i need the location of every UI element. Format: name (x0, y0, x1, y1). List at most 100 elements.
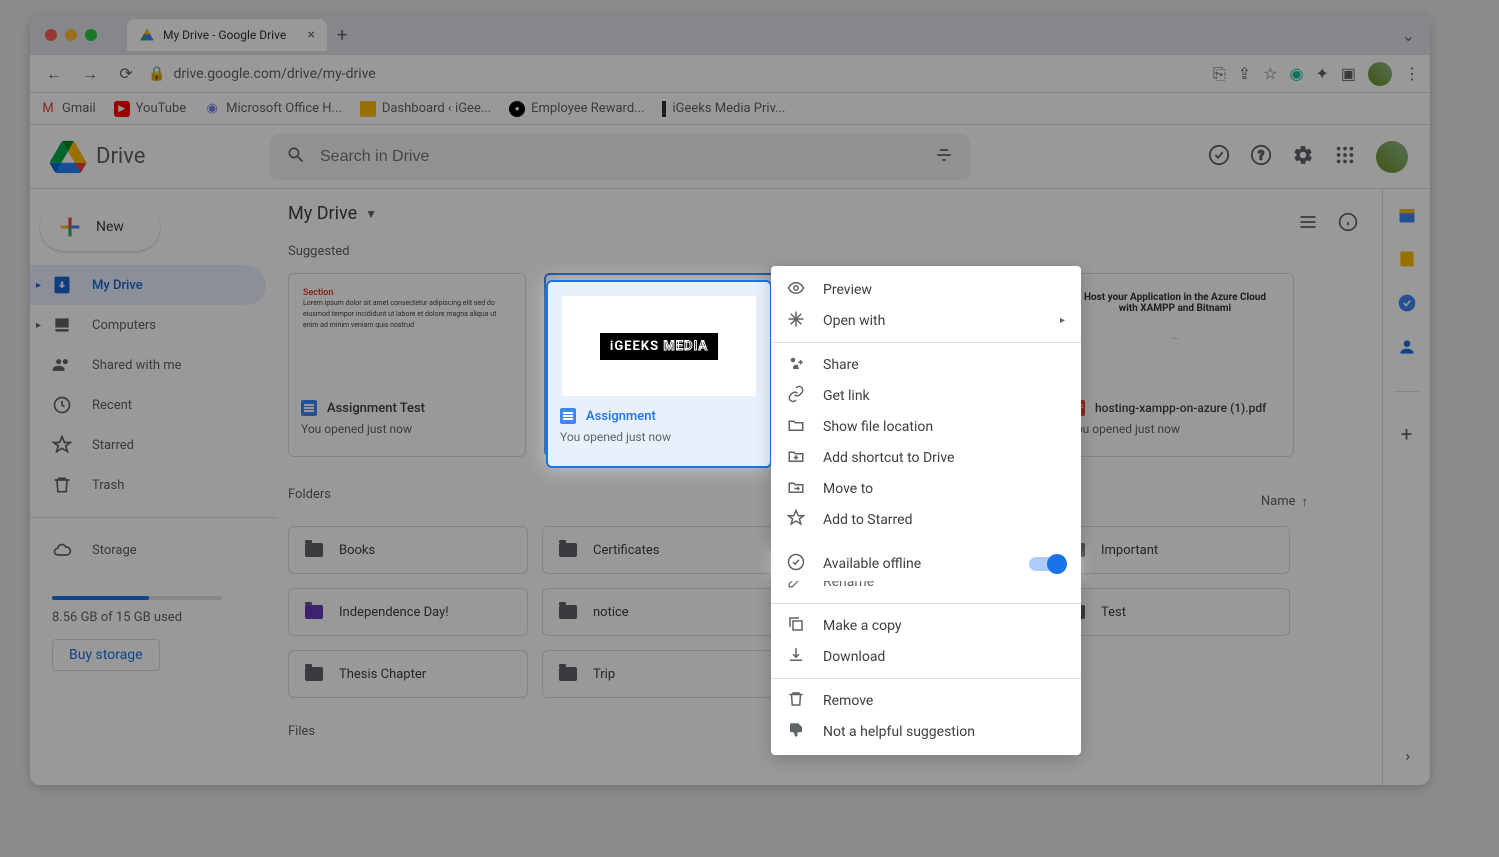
kebab-menu-icon[interactable]: ⋮ (1404, 64, 1420, 83)
sidebar-item-shared[interactable]: Shared with me (30, 345, 266, 385)
account-avatar[interactable] (1376, 141, 1408, 173)
ctx-moveto[interactable]: Move to (771, 473, 1081, 504)
chevron-right-icon: ▸ (1060, 315, 1065, 326)
ctx-getlink[interactable]: Get link (771, 380, 1081, 411)
search-input[interactable] (320, 148, 920, 166)
drive-favicon-icon (139, 27, 155, 43)
settings-icon[interactable] (1292, 144, 1314, 170)
url-field[interactable]: 🔒 drive.google.com/drive/my-drive (148, 66, 1205, 82)
ctx-preview[interactable]: Preview (771, 274, 1081, 305)
side-panel-collapse-icon[interactable]: › (1405, 746, 1410, 765)
ctx-copy[interactable]: Make a copy (771, 610, 1081, 641)
reload-button[interactable]: ⟳ (112, 60, 140, 88)
apps-grid-icon[interactable] (1334, 144, 1356, 170)
contacts-icon[interactable] (1397, 337, 1417, 361)
share-icon (787, 354, 807, 376)
bookmark-gmail[interactable]: MGmail (40, 101, 96, 117)
keep-icon[interactable] (1397, 249, 1417, 273)
ctx-download[interactable]: Download (771, 641, 1081, 672)
breadcrumb[interactable]: My Drive ▼ (288, 203, 377, 224)
grammarly-icon[interactable]: ◉ (1290, 64, 1304, 83)
sidebar: New ▸ My Drive ▸ Computers Shared with m… (30, 189, 278, 785)
highlighted-card[interactable]: iGEEKS MEDIA Assignment You opened just … (546, 280, 772, 468)
sidebar-item-recent[interactable]: Recent (30, 385, 266, 425)
ctx-remove[interactable]: Remove (771, 685, 1081, 716)
bookmark-igeeks[interactable]: iGeeks Media Priv... (662, 101, 785, 117)
sidebar-icon[interactable]: ▣ (1341, 64, 1356, 83)
search-box[interactable] (270, 134, 970, 180)
ctx-nothelpful[interactable]: Not a helpful suggestion (771, 716, 1081, 747)
tabs-expand-icon[interactable]: ⌄ (1402, 26, 1415, 45)
folder-icon (559, 605, 577, 619)
url-actions: ⎘ ⇪ ☆ ◉ ✦ ▣ ⋮ (1213, 62, 1420, 86)
close-icon[interactable] (45, 29, 57, 41)
folder-item[interactable]: Certificates (542, 526, 782, 574)
suggested-card[interactable]: Section Lorem ipsum dolor sit amet conse… (288, 273, 526, 457)
suggested-card[interactable]: Host your Application in the Azure Cloud… (1056, 273, 1294, 457)
ctx-shortcut[interactable]: Add shortcut to Drive (771, 442, 1081, 473)
close-tab-icon[interactable]: × (308, 27, 315, 43)
folder-icon (305, 605, 323, 619)
install-icon[interactable]: ⎘ (1213, 64, 1226, 84)
ctx-share[interactable]: Share (771, 349, 1081, 380)
add-app-icon[interactable]: + (1401, 422, 1412, 446)
folder-item[interactable]: Independence Day! (288, 588, 528, 636)
folder-icon (787, 416, 807, 438)
folder-item[interactable]: Trip (542, 650, 782, 698)
bookmark-msoffice[interactable]: ◉Microsoft Office H... (204, 101, 342, 117)
chevron-down-icon: ▼ (365, 207, 377, 221)
minimize-icon[interactable] (65, 29, 77, 41)
tasks-icon[interactable] (1397, 293, 1417, 317)
help-icon[interactable]: ? (1250, 144, 1272, 170)
folder-item[interactable]: Important (1050, 526, 1290, 574)
sidebar-item-trash[interactable]: Trash (30, 465, 266, 505)
sidebar-item-starred[interactable]: Starred (30, 425, 266, 465)
folder-item[interactable]: Test (1050, 588, 1290, 636)
chevron-right-icon[interactable]: ▸ (36, 320, 41, 331)
profile-avatar-icon[interactable] (1368, 62, 1392, 86)
offline-toggle[interactable] (1029, 557, 1065, 571)
tab-title: My Drive - Google Drive (163, 28, 286, 42)
search-filter-icon[interactable] (934, 145, 954, 169)
folder-item[interactable]: Thesis Chapter (288, 650, 528, 698)
folder-item[interactable]: notice (542, 588, 782, 636)
bookmark-icon[interactable]: ☆ (1263, 64, 1277, 83)
forward-button[interactable]: → (76, 60, 104, 88)
folder-item[interactable]: Books (288, 526, 528, 574)
drive-logo[interactable]: Drive (40, 139, 270, 175)
sort-header[interactable]: Name ↑ (1261, 494, 1308, 510)
drive-nav-icon (52, 275, 72, 295)
calendar-icon[interactable] (1397, 205, 1417, 229)
sidebar-item-mydrive[interactable]: ▸ My Drive (30, 265, 266, 305)
info-icon[interactable] (1338, 212, 1358, 236)
browser-titlebar: My Drive - Google Drive × + ⌄ (30, 15, 1430, 55)
download-icon (787, 646, 807, 668)
new-tab-button[interactable]: + (337, 25, 347, 46)
browser-tab[interactable]: My Drive - Google Drive × (127, 19, 327, 51)
url-text: drive.google.com/drive/my-drive (173, 66, 375, 82)
share-url-icon[interactable]: ⇪ (1238, 64, 1251, 83)
trash-icon (787, 690, 807, 712)
bookmark-employee[interactable]: ●Employee Reward... (509, 101, 644, 117)
maximize-icon[interactable] (85, 29, 97, 41)
chevron-right-icon[interactable]: ▸ (36, 280, 41, 291)
sidebar-item-computers[interactable]: ▸ Computers (30, 305, 266, 345)
header-icons: ? (1208, 141, 1420, 173)
folders-label: Folders (288, 487, 331, 502)
back-button[interactable]: ← (40, 60, 68, 88)
cloud-icon (52, 540, 72, 560)
bookmark-dashboard[interactable]: Dashboard ‹ iGee... (360, 101, 491, 117)
sidebar-item-storage[interactable]: Storage (30, 530, 266, 570)
list-view-icon[interactable] (1298, 212, 1318, 236)
buy-storage-button[interactable]: Buy storage (52, 639, 160, 671)
ctx-star[interactable]: Add to Starred (771, 504, 1081, 535)
doc-thumbnail: Section Lorem ipsum dolor sit amet conse… (289, 274, 525, 388)
ctx-offline-highlighted[interactable]: Available offline (771, 547, 1081, 581)
offline-ready-icon[interactable] (1208, 144, 1230, 170)
svg-text:?: ? (1258, 148, 1264, 163)
ctx-openwith[interactable]: Open with▸ (771, 305, 1081, 336)
new-button[interactable]: New (40, 203, 160, 251)
ctx-showlocation[interactable]: Show file location (771, 411, 1081, 442)
bookmark-youtube[interactable]: ▶YouTube (114, 101, 187, 117)
extensions-icon[interactable]: ✦ (1315, 64, 1328, 83)
